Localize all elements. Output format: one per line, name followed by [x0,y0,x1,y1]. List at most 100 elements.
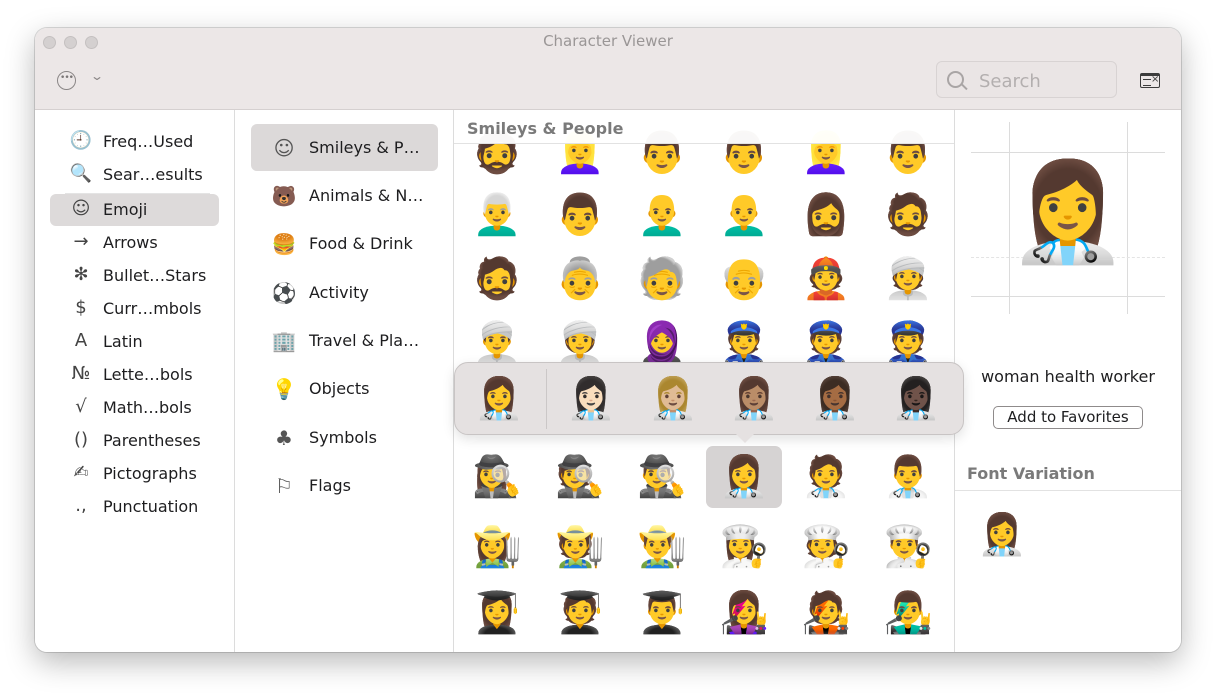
chevron-down-icon[interactable]: ⌄ [90,69,104,83]
emoji-cell[interactable]: 🧔 [870,184,946,246]
emoji-cell[interactable]: 👵 [542,248,618,310]
category-label: Punctuation [103,497,199,516]
ellipsis-circle-icon[interactable]: ••• [57,71,76,90]
category-item[interactable]: 🕘 Freq…Used [50,126,219,158]
category-item[interactable]: ☺ Emoji [50,194,219,226]
emoji-cell[interactable]: 🧑‍🌾 [542,516,618,578]
skin-tone-option[interactable]: 👩🏾‍⚕️ [795,369,875,429]
emoji-cell[interactable]: 🧑‍🍳 [788,516,864,578]
subcategory-label: Objects [309,379,370,398]
category-item[interactable]: $ Curr…mbols [50,293,219,325]
subcategory-item[interactable]: 💡 Objects [251,365,438,412]
skin-tone-option[interactable]: 👩🏼‍⚕️ [633,369,713,429]
emoji-cell[interactable]: 👨‍🎤 [870,582,946,644]
category-item[interactable]: A Latin [50,326,219,358]
subcategory-item[interactable]: ⚽ Activity [251,269,438,316]
subcategory-item[interactable]: ⚐ Flags [251,462,438,509]
font-variation-title: Font Variation [967,464,1095,483]
section-header: Smileys & People [454,110,954,144]
category-icon: 🔍 [69,163,93,184]
skin-tone-option[interactable]: 👩🏽‍⚕️ [714,369,794,429]
subcategory-icon: ♣ [275,426,293,450]
subcategory-icon: ☺ [273,136,295,160]
emoji-subcategory-list: ☺ Smileys & P… 🐻 Animals & N… 🍔 Food & Drink ⚽… [235,110,454,652]
emoji-cell[interactable]: 🕵️ [542,446,618,508]
subcategory-label: Activity [309,283,369,302]
skin-tone-option[interactable]: 👩🏻‍⚕️ [551,369,631,429]
subcategory-label: Animals & N… [309,186,424,205]
emoji-cell[interactable]: 👴 [706,248,782,310]
character-name: woman health worker [981,367,1155,386]
category-item[interactable]: ., Punctuation [50,491,219,523]
search-icon [947,71,964,88]
subcategory-icon: ⚐ [275,474,293,498]
emoji-cell[interactable]: 🧔 [459,248,535,310]
emoji-cell[interactable]: 👨‍🎓 [624,582,700,644]
emoji-cell[interactable]: 👲 [788,248,864,310]
category-label: Latin [103,332,143,351]
category-icon: ✻ [73,264,89,285]
subcategory-label: Travel & Pla… [309,331,420,350]
emoji-cell[interactable]: 👨 [542,184,618,246]
emoji-cell[interactable]: 👨‍🦲 [706,184,782,246]
subcategory-label: Smileys & P… [309,138,420,157]
category-label: Math…bols [103,398,192,417]
category-item[interactable]: № Lette…bols [50,359,219,391]
category-icon: № [71,363,91,384]
category-label: Lette…bols [103,365,193,384]
subcategory-label: Symbols [309,428,377,447]
emoji-cell[interactable]: 🧓 [624,248,700,310]
emoji-cell[interactable]: 👩‍🎤 [706,582,782,644]
category-icon: () [73,429,89,450]
emoji-cell[interactable]: 🧑‍🎤 [788,582,864,644]
category-icon: A [74,330,88,351]
category-icon: ✍ [73,462,89,483]
emoji-cell[interactable]: 👩‍⚕️ [706,446,782,508]
font-variation-header: Font Variation [955,462,1181,491]
category-label: Arrows [103,233,158,252]
category-item[interactable]: ✻ Bullet…Stars [50,260,219,292]
divider [546,369,547,429]
subcategory-label: Food & Drink [309,234,413,253]
search-input[interactable] [977,67,1111,95]
emoji-cell[interactable]: 👩‍🌾 [459,516,535,578]
category-item[interactable]: () Parentheses [50,425,219,457]
emoji-cell[interactable]: 🕵️‍♂️ [624,446,700,508]
subcategory-item[interactable]: 🏢 Travel & Pla… [251,317,438,364]
character-viewer-window: Character Viewer ••• ⌄ 🕘 Freq…Used 🔍 Sear…e… [35,28,1181,652]
emoji-cell[interactable]: 👨‍🦲 [624,184,700,246]
subcategory-icon: 💡 [271,377,297,401]
subcategory-item[interactable]: 🐻 Animals & N… [251,172,438,219]
category-item[interactable]: → Arrows [50,227,219,259]
emoji-cell[interactable]: 👨‍🦳 [459,184,535,246]
subcategory-item[interactable]: 🍔 Food & Drink [251,220,438,267]
emoji-cell[interactable]: 👨‍⚕️ [870,446,946,508]
toolbar: Character Viewer ••• ⌄ [35,28,1181,110]
category-sidebar: 🕘 Freq…Used 🔍 Sear…esults ☺ Emoji → Arrows ✻ Bull… [35,110,235,652]
subcategory-item[interactable]: ☺ Smileys & P… [251,124,438,171]
emoji-cell[interactable]: 🧔‍♀️ [788,184,864,246]
category-label: Bullet…Stars [103,266,207,285]
emoji-cell[interactable]: 👨‍🍳 [870,516,946,578]
emoji-cell[interactable]: 👨‍🌾 [624,516,700,578]
subcategory-item[interactable]: ♣ Symbols [251,414,438,461]
search-field[interactable] [936,61,1117,98]
emoji-cell[interactable]: 👩‍🎓 [459,582,535,644]
category-item[interactable]: 🔍 Sear…esults [50,159,219,191]
emoji-cell[interactable]: 🕵️‍♀️ [459,446,535,508]
category-icon: $ [75,297,87,318]
skin-tone-option[interactable]: 👩🏿‍⚕️ [876,369,956,429]
category-item[interactable]: ✍ Pictographs [50,458,219,490]
emoji-cell[interactable]: 👩‍🍳 [706,516,782,578]
category-icon: 🕘 [69,130,93,151]
emoji-cell[interactable]: 🧑‍🎓 [542,582,618,644]
font-variation-glyph[interactable]: 👩‍⚕️ [977,510,1027,560]
category-item[interactable]: √ Math…bols [50,392,219,424]
emoji-cell[interactable]: 🧑‍⚕️ [788,446,864,508]
skin-tone-option[interactable]: 👩‍⚕️ [459,369,539,429]
add-to-favorites-button[interactable]: Add to Favorites [993,406,1143,429]
emoji-cell[interactable]: 👳 [870,248,946,310]
skin-tone-popover: 👩‍⚕️ 👩🏻‍⚕️ 👩🏼‍⚕️ 👩🏽‍⚕️ 👩🏾‍⚕️ 👩🏿‍⚕️ [454,362,964,435]
keyboard-viewer-icon[interactable] [1140,73,1160,88]
preview-panel: 👩‍⚕️ woman health worker Add to Favorite… [955,110,1181,652]
